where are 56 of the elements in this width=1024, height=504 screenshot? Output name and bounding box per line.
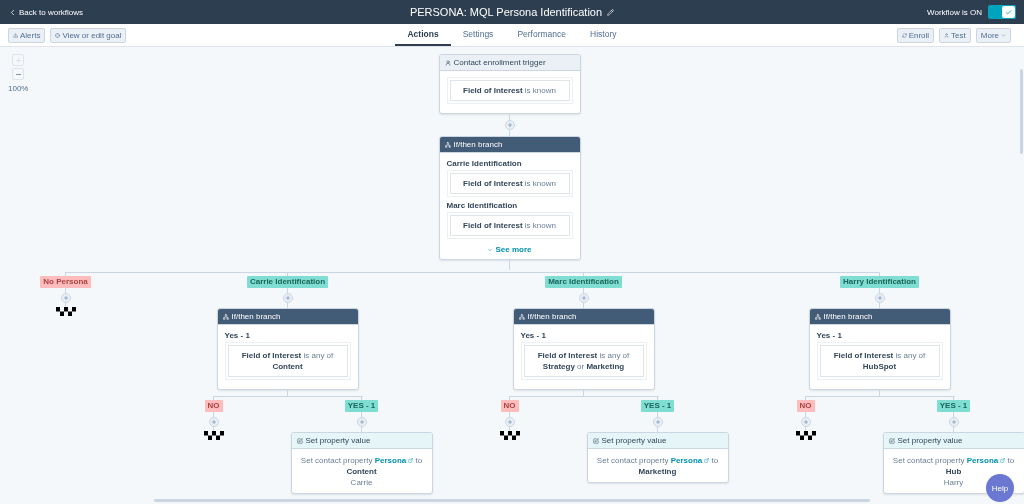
status-label: Workflow is ON [927, 7, 982, 17]
card-title: If/then branch [453, 140, 503, 149]
branch-group-name: Marc Identification [446, 201, 519, 210]
card-title: If/then branch [823, 312, 873, 321]
tab[interactable]: History [578, 24, 629, 46]
branch-label: YES - 1 [344, 400, 379, 412]
goal-button[interactable]: View or edit goal [50, 27, 127, 43]
filter-condition: Field of Interest is any of Strategy or Marketing [523, 345, 644, 377]
card-title: Set property value [897, 436, 963, 445]
branch-label: YES - 1 [640, 400, 675, 412]
card-title: If/then branch [231, 312, 281, 321]
branch-label: YES - 1 [936, 400, 971, 412]
branch-card[interactable]: If/then branch Carrie Identification Field of Interest is known Marc Identification Field of Interest is known See more [438, 136, 581, 260]
branch-group-name: Yes - 1 [816, 331, 843, 340]
back-link[interactable]: Back to workflows [8, 7, 84, 17]
zoom-level: 100% [8, 84, 29, 93]
branch-card[interactable]: If/then branch Yes - 1 Field of Interest is any of HubSpot [808, 308, 951, 390]
action-description: Set contact property Persona to Content Carrie [299, 455, 424, 488]
card-title: Set property value [601, 436, 667, 445]
property-link[interactable]: Persona [966, 455, 1006, 466]
trigger-card[interactable]: Contact enrollment trigger Field of Interest is known [438, 54, 581, 114]
enroll-button[interactable]: Enroll [896, 27, 935, 43]
see-more-link[interactable]: See more [487, 245, 532, 254]
filter-condition: Field of Interest is known [449, 80, 570, 101]
card-title: If/then branch [527, 312, 577, 321]
property-link[interactable]: Persona [670, 455, 710, 466]
filter-condition: Field of Interest is known [449, 215, 570, 236]
tab[interactable]: Performance [505, 24, 579, 46]
card-title: Set property value [305, 436, 371, 445]
action-card[interactable]: Set property value Set contact property Persona to Marketing [586, 432, 729, 483]
property-link[interactable]: Persona [374, 455, 414, 466]
filter-condition: Field of Interest is any of HubSpot [819, 345, 940, 377]
tab[interactable]: Actions [395, 24, 451, 46]
tab[interactable]: Settings [450, 24, 506, 46]
branch-card[interactable]: If/then branch Yes - 1 Field of Interest is any of Content [216, 308, 359, 390]
branch-label: No Persona [40, 276, 91, 288]
help-button[interactable]: Help [986, 474, 1014, 502]
workflow-title: PERSONA: MQL Persona Identification [409, 6, 603, 18]
action-card[interactable]: Set property value Set contact property Persona to Content Carrie [290, 432, 433, 494]
branch-label: NO [796, 400, 815, 412]
branch-label: NO [204, 400, 223, 412]
test-button[interactable]: Test [939, 27, 971, 43]
branch-label: Carrie Identification [246, 276, 329, 288]
branch-group-name: Yes - 1 [520, 331, 547, 340]
more-button[interactable]: More [975, 27, 1011, 43]
card-title: Contact enrollment trigger [453, 58, 546, 67]
alerts-button[interactable]: Alerts [8, 27, 46, 43]
action-description: Set contact property Persona to Marketing [595, 455, 720, 477]
branch-label: Marc Identification [545, 276, 622, 288]
branch-group-name: Yes - 1 [224, 331, 251, 340]
branch-card[interactable]: If/then branch Yes - 1 Field of Interest is any of Strategy or Marketing [512, 308, 655, 390]
branch-label: Harry Identification [840, 276, 919, 288]
branch-label: NO [500, 400, 519, 412]
branch-group-name: Carrie Identification [446, 159, 523, 168]
filter-condition: Field of Interest is known [449, 173, 570, 194]
filter-condition: Field of Interest is any of Content [227, 345, 348, 377]
